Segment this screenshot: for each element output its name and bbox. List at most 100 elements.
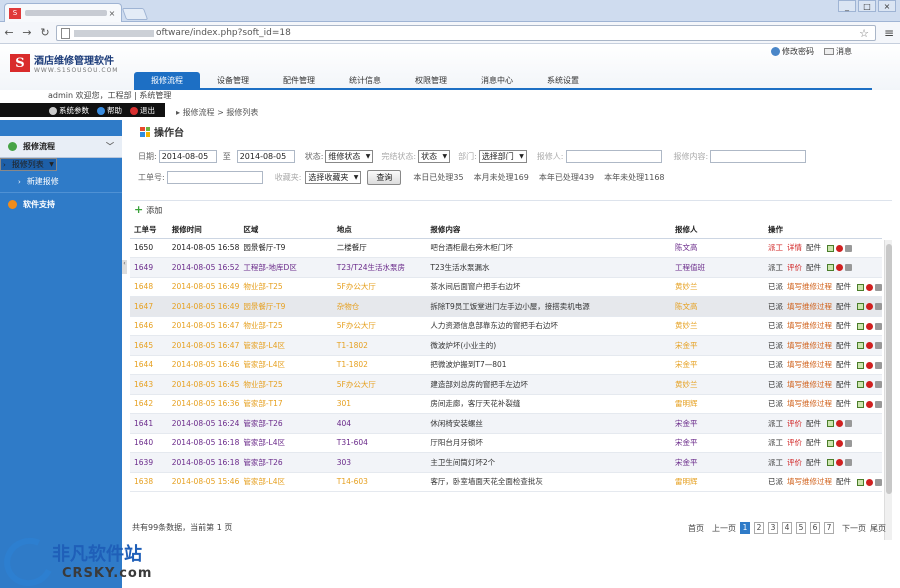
table-scrollbar[interactable] — [884, 240, 892, 540]
action-parts-link[interactable]: 配件 — [806, 263, 821, 272]
edit-icon[interactable] — [827, 459, 834, 467]
print-icon[interactable] — [845, 420, 852, 428]
page-2[interactable]: 2 — [754, 522, 764, 534]
action-primary-link[interactable]: 派工 — [768, 458, 783, 467]
tab-parts[interactable]: 配件管理 — [266, 72, 332, 90]
action-parts-link[interactable]: 配件 — [836, 380, 851, 389]
table-row[interactable]: 1649 2014-08-05 16:52 工程部-地库D区 T23/T24生活水泵房… — [130, 257, 882, 278]
delete-icon[interactable] — [866, 283, 873, 291]
print-icon[interactable] — [875, 381, 882, 389]
action-primary-link[interactable]: 已派 — [768, 380, 783, 389]
print-icon[interactable] — [845, 244, 852, 252]
edit-icon[interactable] — [857, 322, 864, 330]
action-parts-link[interactable]: 配件 — [836, 282, 851, 291]
sidebar-collapse-handle[interactable]: ‹ — [122, 260, 127, 274]
action-secondary-link[interactable]: 评价 — [787, 263, 802, 272]
action-primary-link[interactable]: 已派 — [768, 321, 783, 330]
print-icon[interactable] — [875, 361, 882, 369]
table-row[interactable]: 1645 2014-08-05 16:47 管家部-L4区 T1-1802 微波炉坏(小… — [130, 335, 882, 356]
delete-icon[interactable] — [866, 478, 873, 486]
prev-page-link[interactable]: 上一页 — [712, 523, 736, 534]
address-bar[interactable]: oftware/index.php?soft_id=18 ☆ — [56, 25, 876, 41]
table-row[interactable]: 1642 2014-08-05 16:36 管家部-T17 301 房间走廊，客厅天花补… — [130, 394, 882, 414]
action-secondary-link[interactable]: 评价 — [787, 438, 802, 447]
logout-link[interactable]: 退出 — [130, 105, 155, 116]
browser-menu-icon[interactable]: ≡ — [884, 26, 894, 40]
table-row[interactable]: 1641 2014-08-05 16:24 管家部-T26 404 休闲椅安装螺丝 宋金平… — [130, 413, 882, 434]
delete-icon[interactable] — [866, 400, 873, 408]
forward-arrow-icon[interactable]: → — [18, 26, 36, 39]
action-parts-link[interactable]: 配件 — [836, 341, 851, 350]
reload-icon[interactable]: ↻ — [36, 26, 54, 39]
print-icon[interactable] — [875, 478, 882, 486]
minimize-button[interactable]: _ — [838, 0, 856, 12]
date-to-input[interactable]: 2014-08-05 — [236, 150, 295, 163]
action-secondary-link[interactable]: 填写维修过程 — [787, 477, 832, 486]
action-parts-link[interactable]: 配件 — [806, 438, 821, 447]
action-secondary-link[interactable]: 填写维修过程 — [787, 380, 832, 389]
system-params-link[interactable]: 系统参数 — [49, 105, 89, 116]
edit-icon[interactable] — [857, 283, 864, 291]
tab-messages[interactable]: 消息中心 — [464, 72, 530, 90]
action-secondary-link[interactable]: 评价 — [787, 458, 802, 467]
tab-repair-flow[interactable]: 报修流程 — [134, 72, 200, 90]
delete-icon[interactable] — [836, 459, 843, 467]
delete-icon[interactable] — [866, 303, 873, 311]
delete-icon[interactable] — [836, 420, 843, 428]
print-icon[interactable] — [845, 264, 852, 272]
action-secondary-link[interactable]: 填写维修过程 — [787, 321, 832, 330]
tab-settings[interactable]: 系统设置 — [530, 72, 596, 90]
action-parts-link[interactable]: 配件 — [836, 477, 851, 486]
table-row[interactable]: 1647 2014-08-05 16:49 园景餐厅-T9 杂物仓 拆除T9员工饭堂进门… — [130, 296, 882, 317]
action-parts-link[interactable]: 配件 — [836, 302, 851, 311]
print-icon[interactable] — [875, 322, 882, 330]
edit-icon[interactable] — [857, 361, 864, 369]
table-row[interactable]: 1643 2014-08-05 16:45 物业部-T25 5F办公大厅 建造部刘总房的… — [130, 374, 882, 395]
action-parts-link[interactable]: 配件 — [836, 321, 851, 330]
page-6[interactable]: 6 — [810, 522, 820, 534]
action-primary-link[interactable]: 已派 — [768, 302, 783, 311]
sidebar-item-new-repair[interactable]: › 新建报修 — [0, 171, 122, 193]
page-3[interactable]: 3 — [768, 522, 778, 534]
order-number-input[interactable] — [166, 171, 263, 184]
query-button[interactable]: 查询 — [367, 170, 402, 185]
delete-icon[interactable] — [866, 322, 873, 330]
messages-link[interactable]: 消息 — [824, 46, 852, 57]
print-icon[interactable] — [875, 283, 882, 291]
print-icon[interactable] — [845, 459, 852, 467]
delete-icon[interactable] — [836, 244, 843, 252]
action-secondary-link[interactable]: 填写维修过程 — [787, 302, 832, 311]
action-secondary-link[interactable]: 填写维修过程 — [787, 341, 832, 350]
action-parts-link[interactable]: 配件 — [806, 243, 821, 252]
action-primary-link[interactable]: 派工 — [768, 263, 783, 272]
edit-icon[interactable] — [857, 400, 864, 408]
edit-icon[interactable] — [827, 264, 834, 272]
tab-statistics[interactable]: 统计信息 — [332, 72, 398, 90]
bookmark-star-icon[interactable]: ☆ — [859, 27, 869, 40]
content-input[interactable] — [710, 150, 807, 163]
action-secondary-link[interactable]: 填写维修过程 — [787, 282, 832, 291]
print-icon[interactable] — [875, 303, 882, 311]
delete-icon[interactable] — [836, 264, 843, 272]
browser-tab[interactable]: S × — [4, 3, 122, 22]
action-primary-link[interactable]: 已派 — [768, 341, 783, 350]
action-parts-link[interactable]: 配件 — [806, 458, 821, 467]
action-secondary-link[interactable]: 填写维修过程 — [787, 360, 832, 369]
page-5[interactable]: 5 — [796, 522, 806, 534]
action-primary-link[interactable]: 派工 — [768, 438, 783, 447]
table-row[interactable]: 1650 2014-08-05 16:58 园景餐厅-T9 二楼餐厅 吧台酒柜最右旁木柜… — [130, 238, 882, 258]
print-icon[interactable] — [875, 400, 882, 408]
table-row[interactable]: 1640 2014-08-05 16:18 管家部-L4区 T31-604 厅阳台月牙锁… — [130, 433, 882, 453]
action-primary-link[interactable]: 已派 — [768, 477, 783, 486]
print-icon[interactable] — [875, 342, 882, 350]
change-password-link[interactable]: 修改密码 — [771, 46, 814, 57]
table-row[interactable]: 1639 2014-08-05 16:18 管家部-T26 303 主卫生间筒灯坏2个宋… — [130, 452, 882, 473]
action-primary-link[interactable]: 派工 — [768, 419, 783, 428]
add-button[interactable]: + 添加 — [134, 203, 162, 216]
tab-equipment[interactable]: 设备管理 — [200, 72, 266, 90]
repair-status-select[interactable]: 维修状态 — [325, 150, 374, 163]
action-parts-link[interactable]: 配件 — [806, 419, 821, 428]
delete-icon[interactable] — [866, 342, 873, 350]
action-secondary-link[interactable]: 详情 — [787, 243, 802, 252]
action-parts-link[interactable]: 配件 — [836, 399, 851, 408]
